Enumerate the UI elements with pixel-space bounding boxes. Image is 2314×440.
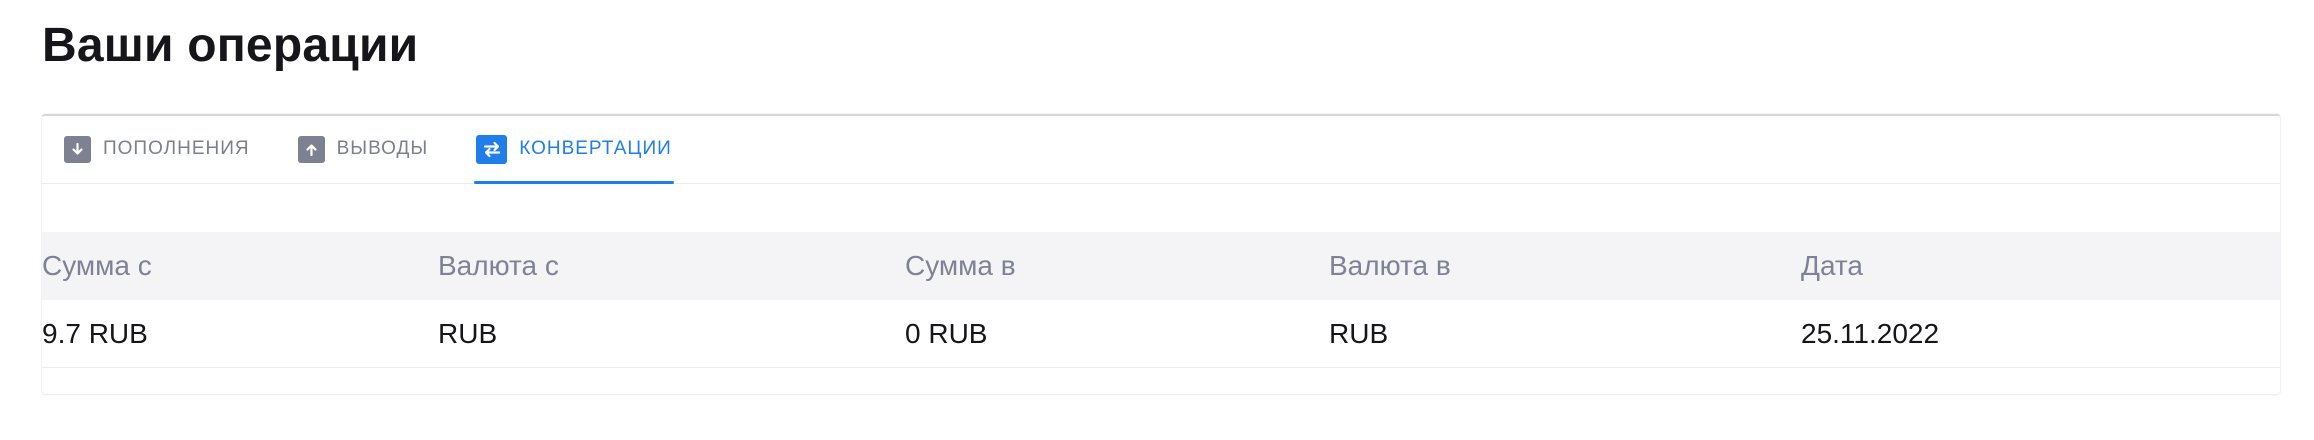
conversions-table: Сумма с Валюта с Сумма в Валюта в Дата 9…	[42, 232, 2280, 368]
tab-deposits[interactable]: ПОПОЛНЕНИЯ	[62, 115, 252, 183]
operations-page: Ваши операции ПОПОЛНЕНИЯ ВЫВОДЫ КОНВЕРТА…	[0, 0, 2314, 440]
cell-date: 25.11.2022	[1801, 317, 1940, 349]
arrow-down-icon	[64, 135, 91, 163]
cell-currency-to: RUB	[1329, 317, 1389, 349]
table-row: 9.7 RUB RUB 0 RUB RUB 25.11.2022	[42, 300, 2280, 368]
tab-withdrawals-label: ВЫВОДЫ	[336, 138, 429, 159]
cell-amount-from: 9.7 RUB	[42, 317, 148, 349]
cell-amount-to: 0 RUB	[905, 317, 988, 349]
table-header: Сумма с Валюта с Сумма в Валюта в Дата	[42, 232, 2280, 300]
cell-currency-from: RUB	[438, 317, 498, 349]
operations-tabs: ПОПОЛНЕНИЯ ВЫВОДЫ КОНВЕРТАЦИИ	[42, 116, 2280, 184]
tab-conversions[interactable]: КОНВЕРТАЦИИ	[474, 115, 674, 184]
page-title: Ваши операции	[42, 19, 419, 72]
column-header-date: Дата	[1801, 250, 1864, 281]
column-header-amount-from: Сумма с	[42, 250, 152, 281]
operations-card: ПОПОЛНЕНИЯ ВЫВОДЫ КОНВЕРТАЦИИ Сумма с Ва…	[42, 114, 2280, 394]
tab-deposits-label: ПОПОЛНЕНИЯ	[103, 138, 250, 159]
swap-arrows-icon	[476, 134, 508, 164]
column-header-currency-to: Валюта в	[1329, 250, 1451, 281]
column-header-amount-to: Сумма в	[905, 250, 1016, 281]
arrow-up-icon	[297, 135, 325, 163]
tab-withdrawals[interactable]: ВЫВОДЫ	[296, 115, 431, 183]
column-header-currency-from: Валюта с	[438, 250, 559, 281]
tab-conversions-label: КОНВЕРТАЦИИ	[519, 138, 672, 159]
